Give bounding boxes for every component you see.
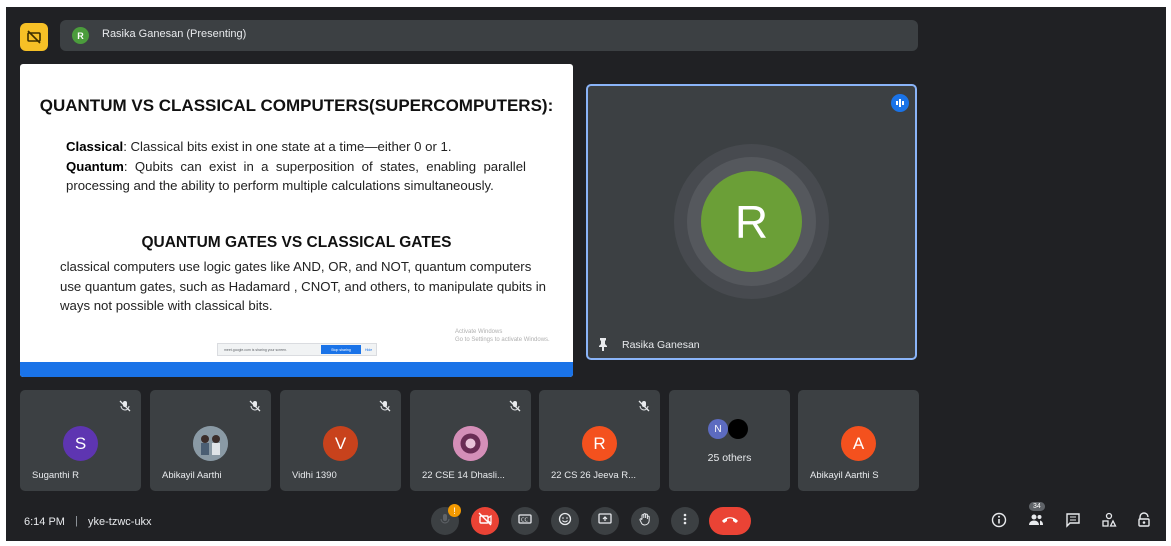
- activate-windows-watermark: Activate Windows Go to Settings to activ…: [455, 328, 550, 344]
- presenting-label: Rasika Ganesan (Presenting): [102, 28, 247, 40]
- participant-tile[interactable]: V Vidhi 1390: [280, 390, 401, 491]
- chat-icon: [1065, 512, 1081, 533]
- avatar: S: [63, 426, 98, 461]
- slide-title: QUANTUM VS CLASSICAL COMPUTERS(SUPERCOMP…: [39, 96, 554, 115]
- gates-text: classical computers use logic gates like…: [60, 259, 547, 313]
- speaker-tile[interactable]: R Rasika Ganesan: [586, 84, 917, 360]
- captions-icon: CC: [518, 512, 532, 531]
- meeting-code: yke-tzwc-ukx: [88, 516, 152, 528]
- avatar: A: [841, 426, 876, 461]
- meeting-details-button[interactable]: [989, 512, 1009, 532]
- share-notice-text: meet.google.com is sharing your screen.: [224, 348, 288, 352]
- presenting-banner: R Rasika Ganesan (Presenting): [60, 20, 918, 51]
- mic-off-icon: [379, 399, 391, 417]
- more-options-button[interactable]: [671, 507, 699, 535]
- info-icon: [991, 512, 1007, 533]
- svg-text:CC: CC: [521, 517, 528, 523]
- taskbar-strip: [20, 362, 573, 377]
- raise-hand-icon: [638, 512, 652, 531]
- warning-icon: !: [448, 504, 461, 517]
- stop-sharing-button[interactable]: Stop sharing: [321, 345, 361, 354]
- host-controls-button[interactable]: [1134, 511, 1154, 533]
- people-icon: [1028, 512, 1044, 533]
- speaker-name: Rasika Ganesan: [622, 339, 700, 351]
- speaker-avatar: R: [701, 171, 802, 272]
- shared-screen[interactable]: QUANTUM VS CLASSICAL COMPUTERS(SUPERCOMP…: [20, 64, 573, 377]
- participant-name: Abikayil Aarthi: [162, 470, 222, 481]
- meet-window: R Rasika Ganesan (Presenting) QUANTUM VS…: [6, 7, 1166, 541]
- activities-button[interactable]: [1099, 512, 1119, 532]
- avatar-photo: [193, 426, 228, 461]
- pin-icon[interactable]: [596, 337, 610, 356]
- activate-sub: Go to Settings to activate Windows.: [455, 337, 550, 343]
- quantum-text: : Qubits can exist in a superposition of…: [66, 158, 526, 194]
- stop-presenting-icon[interactable]: [20, 23, 48, 51]
- avatar-photo: [453, 426, 488, 461]
- participant-name: Vidhi 1390: [292, 470, 337, 481]
- mic-off-icon: [638, 399, 650, 417]
- participant-name: 22 CSE 14 Dhasli...: [422, 470, 505, 481]
- participant-tile[interactable]: S Suganthi R: [20, 390, 141, 491]
- raise-hand-button[interactable]: [631, 507, 659, 535]
- present-screen-icon: [598, 512, 612, 531]
- hide-button[interactable]: Hide: [365, 348, 372, 352]
- mic-off-icon: [249, 399, 261, 417]
- others-tile[interactable]: N 25 others: [669, 390, 790, 491]
- emoji-button[interactable]: [551, 507, 579, 535]
- people-button[interactable]: 34: [1026, 502, 1046, 533]
- others-avatar-photo: [728, 419, 748, 439]
- host-controls-icon: [1136, 511, 1152, 533]
- presenter-avatar: R: [72, 27, 89, 44]
- people-count-badge: 34: [1029, 502, 1045, 511]
- camera-button[interactable]: [471, 507, 499, 535]
- speaking-indicator-icon: [891, 94, 909, 112]
- participant-name: Abikayil Aarthi S: [810, 470, 879, 481]
- participant-name: 22 CS 26 Jeeva R...: [551, 470, 637, 481]
- hang-up-icon: [721, 512, 739, 530]
- more-options-icon: [678, 512, 692, 531]
- screen-share-notice: meet.google.com is sharing your screen. …: [217, 343, 377, 356]
- participant-tile[interactable]: Abikayil Aarthi: [150, 390, 271, 491]
- quantum-label: Quantum: [66, 158, 124, 174]
- classical-label: Classical: [66, 139, 124, 154]
- participant-tile[interactable]: 22 CSE 14 Dhasli...: [410, 390, 531, 491]
- participant-name: Suganthi R: [32, 470, 80, 481]
- mic-button[interactable]: !: [431, 504, 461, 535]
- others-avatar: N: [708, 419, 728, 439]
- present-button[interactable]: [591, 507, 619, 535]
- classical-text: : Classical bits exist in one state at a…: [123, 139, 452, 154]
- chat-button[interactable]: [1063, 512, 1083, 532]
- clock: 6:14 PM: [24, 516, 65, 528]
- captions-button[interactable]: CC: [511, 507, 539, 535]
- separator: |: [75, 515, 78, 527]
- avatar: R: [582, 426, 617, 461]
- slide-comparison-text: Classical: Classical bits exist in one s…: [66, 137, 526, 196]
- mic-off-icon: [509, 399, 521, 417]
- mic-off-icon: [119, 399, 131, 417]
- participant-tile[interactable]: A Abikayil Aarthi S: [798, 390, 919, 491]
- activate-title: Activate Windows: [455, 329, 503, 335]
- avatar: V: [323, 426, 358, 461]
- emoji-icon: [558, 512, 572, 531]
- others-label: 25 others: [707, 452, 752, 464]
- slide-subtitle: QUANTUM GATES VS CLASSICAL GATES: [141, 234, 452, 251]
- camera-off-icon: [478, 512, 492, 531]
- participant-tile[interactable]: R 22 CS 26 Jeeva R...: [539, 390, 660, 491]
- activities-icon: [1101, 512, 1117, 533]
- leave-call-button[interactable]: [709, 507, 751, 535]
